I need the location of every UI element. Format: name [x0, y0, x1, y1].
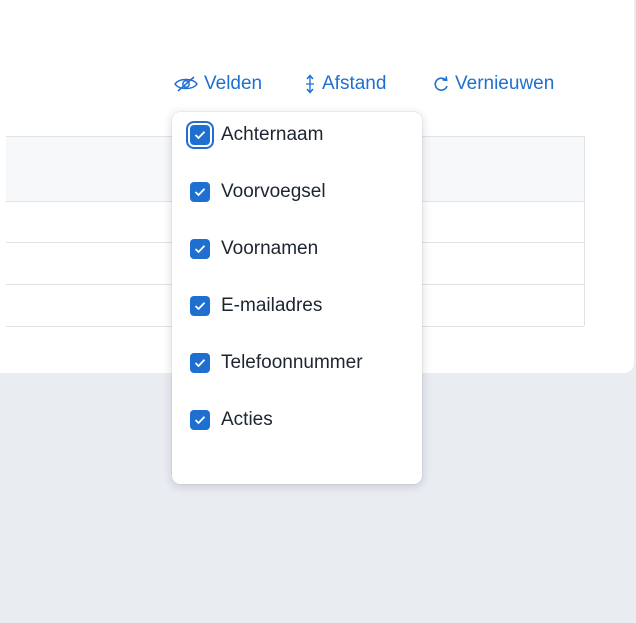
field-option-telefoonnummer[interactable]: Telefoonnummer [190, 347, 363, 379]
field-option-acties[interactable]: Acties [190, 404, 273, 436]
fields-menu: Achternaam Voorvoegsel Voornamen E-maila… [172, 112, 422, 484]
spacing-button[interactable]: Afstand [303, 73, 386, 95]
refresh-button-label: Vernieuwen [455, 73, 555, 94]
fields-button[interactable]: Velden [173, 73, 262, 95]
vertical-arrows-icon [303, 73, 317, 95]
field-option-label: Voornamen [221, 238, 319, 259]
checkbox-checked-icon[interactable] [190, 125, 210, 145]
checkbox-checked-icon[interactable] [190, 182, 210, 202]
field-option-label: Telefoonnummer [221, 352, 363, 373]
fields-button-label: Velden [204, 73, 263, 94]
refresh-icon [432, 75, 450, 93]
checkbox-checked-icon[interactable] [190, 353, 210, 373]
field-option-label: E-mailadres [221, 295, 323, 316]
field-option-label: Achternaam [221, 124, 324, 145]
field-option-voorvoegsel[interactable]: Voorvoegsel [190, 176, 326, 208]
field-option-achternaam[interactable]: Achternaam [190, 119, 323, 151]
refresh-button[interactable]: Vernieuwen [432, 73, 554, 95]
checkbox-checked-icon[interactable] [190, 410, 210, 430]
checkbox-checked-icon[interactable] [190, 239, 210, 259]
eye-slash-icon [173, 75, 199, 93]
spacing-button-label: Afstand [322, 73, 387, 94]
field-option-label: Acties [221, 409, 273, 430]
field-option-e-mailadres[interactable]: E-mailadres [190, 290, 322, 322]
checkbox-checked-icon[interactable] [190, 296, 210, 316]
field-option-voornamen[interactable]: Voornamen [190, 233, 318, 265]
field-option-label: Voorvoegsel [221, 181, 326, 202]
